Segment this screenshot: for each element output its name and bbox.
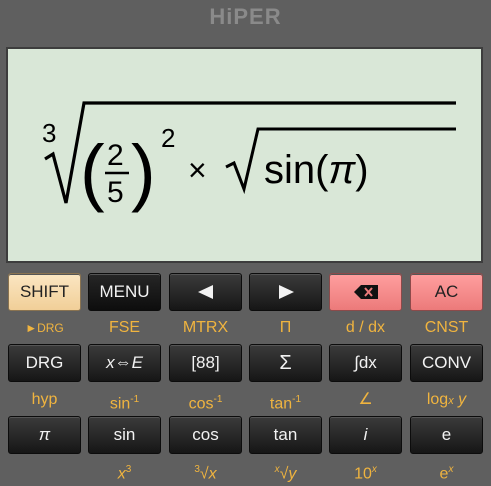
label-fse: FSE [108,319,141,336]
all-clear-button[interactable]: AC [410,273,483,311]
conv-button[interactable]: CONV [410,344,483,382]
label-derivative: d / dx [345,319,386,336]
label-ten-power: 10x [354,464,377,483]
label-log-base: logx y [426,391,467,408]
menu-button[interactable]: MENU [88,273,161,311]
backspace-icon [353,285,379,299]
label-matrix: MTRX [182,319,229,336]
label-exp: ex [439,464,454,483]
label-arctan: tan-1 [269,394,302,413]
close-paren: ) [131,130,156,213]
drg-button[interactable]: DRG [8,344,81,382]
app-title: HiPER [209,4,282,29]
right-arrow-icon [277,285,295,299]
label-xth-root: x√y [274,464,297,483]
pi-button[interactable]: π [8,416,81,454]
label-cube-root: 3√x [194,464,217,483]
x-exchange-e-button[interactable]: x⇔E [88,344,161,382]
backspace-button[interactable] [329,273,402,311]
integral-button[interactable]: ∫dx [329,344,402,382]
fraction-numerator: 2 [107,139,124,172]
left-arrow-icon [197,285,215,299]
cos-button[interactable]: cos [169,416,242,454]
open-paren: ( [80,130,105,213]
label-drg-convert: ►DRG [25,321,64,335]
sin-text: sin(π) [264,148,369,192]
imaginary-button[interactable]: i [329,416,402,454]
expression-display[interactable]: 3 ( 2 5 ) 2 × sin(π) [6,47,483,263]
e-button[interactable]: e [410,416,483,454]
label-hyp: hyp [31,391,58,408]
cursor-left-button[interactable] [169,273,242,311]
label-constants: CNST [424,319,469,336]
sigma-button[interactable]: Σ [249,344,322,382]
label-product: Π [279,319,292,336]
label-arcsin: sin-1 [109,394,140,413]
expression-render: 3 ( 2 5 ) 2 × sin(π) [42,101,456,213]
label-arccos: cos-1 [188,394,223,413]
label-cube: x3 [117,464,132,483]
exponent: 2 [161,123,175,153]
cursor-right-button[interactable] [249,273,322,311]
shift-button[interactable]: SHIFT [8,273,81,311]
tan-button[interactable]: tan [249,416,322,454]
sin-button[interactable]: sin [88,416,161,454]
fraction-denominator: 5 [107,176,124,209]
matrix-button[interactable]: [88] [169,344,242,382]
label-angle: ∠ [358,391,373,408]
root-index: 3 [42,118,56,148]
times-sign: × [188,152,207,188]
